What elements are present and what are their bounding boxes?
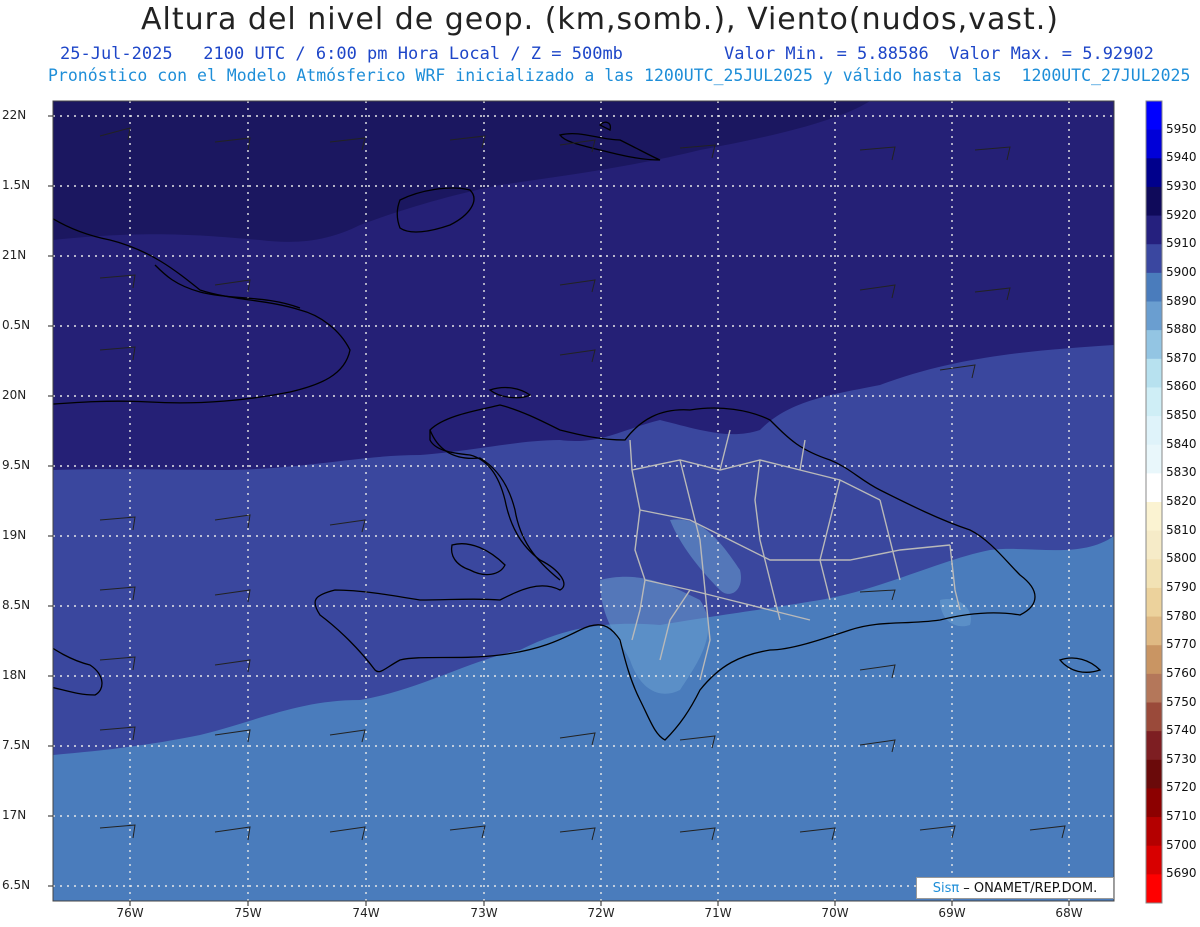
lat-label: 20N: [2, 388, 27, 402]
colorbar-label: 5950: [1166, 121, 1197, 136]
lat-label: 6.5N: [2, 878, 31, 892]
sis-logo-text: Sisπ: [932, 880, 960, 896]
colorbar-label: 5780: [1166, 608, 1197, 623]
credit-org: – ONAMET/REP.DOM.: [963, 880, 1098, 896]
colorbar-label: 5720: [1166, 780, 1197, 795]
colorbar-swatch: [1146, 788, 1162, 818]
colorbar-label: 5690: [1166, 866, 1197, 881]
lat-label: 17N: [2, 808, 27, 822]
colorbar-label: 5840: [1166, 436, 1197, 451]
forecast-map: [48, 100, 1163, 906]
colorbar-label: 5850: [1166, 408, 1197, 423]
colorbar-swatch: [1146, 845, 1162, 875]
lon-label: 71W: [704, 906, 732, 920]
colorbar-label: 5760: [1166, 665, 1197, 680]
colorbar-swatch: [1146, 874, 1162, 904]
colorbar-label: 5880: [1166, 322, 1197, 337]
lon-label: 74W: [352, 906, 380, 920]
geopotential-field: [53, 101, 1114, 901]
colorbar-label: 5800: [1166, 551, 1197, 566]
colorbar-swatch: [1146, 759, 1162, 789]
lat-label: 19N: [2, 528, 27, 542]
lon-label: 70W: [821, 906, 849, 920]
lat-label: 0.5N: [2, 318, 31, 332]
colorbar-swatch: [1146, 673, 1162, 703]
colorbar-swatch: [1146, 731, 1162, 761]
credit-box: Sisπ – ONAMET/REP.DOM.: [916, 877, 1114, 899]
colorbar-label: 5810: [1166, 522, 1197, 537]
colorbar-label: 5870: [1166, 350, 1197, 365]
colorbar-swatch: [1146, 129, 1162, 159]
lon-label: 69W: [938, 906, 966, 920]
lat-label: 1.5N: [2, 178, 31, 192]
colorbar-swatch: [1146, 444, 1162, 474]
colorbar-label: 5830: [1166, 465, 1197, 480]
colorbar-swatch: [1146, 645, 1162, 675]
colorbar-swatch: [1146, 530, 1162, 560]
colorbar-label: 5710: [1166, 809, 1197, 824]
colorbar-label: 5700: [1166, 837, 1197, 852]
colorbar-swatch: [1146, 215, 1162, 245]
colorbar-swatch: [1146, 272, 1162, 302]
lon-label: 72W: [587, 906, 615, 920]
colorbar-swatch: [1146, 244, 1162, 274]
colorbar-label: 5750: [1166, 694, 1197, 709]
colorbar-label: 5770: [1166, 637, 1197, 652]
colorbar-label: 5740: [1166, 723, 1197, 738]
lat-label: 18N: [2, 668, 27, 682]
colorbar-label: 5940: [1166, 150, 1197, 165]
colorbar-label: 5920: [1166, 207, 1197, 222]
lat-label: 9.5N: [2, 458, 31, 472]
colorbar-label: 5930: [1166, 178, 1197, 193]
colorbar-swatch: [1146, 158, 1162, 188]
colorbar-label: 5910: [1166, 236, 1197, 251]
colorbar-swatch: [1146, 101, 1162, 131]
colorbar-label: 5900: [1166, 264, 1197, 279]
colorbar-swatch: [1146, 387, 1162, 417]
colorbar: [1145, 100, 1163, 904]
colorbar-swatch: [1146, 186, 1162, 217]
colorbar-swatch: [1146, 817, 1162, 847]
lat-label: 22N: [2, 108, 27, 122]
colorbar-swatch: [1146, 416, 1162, 446]
colorbar-label: 5820: [1166, 494, 1197, 508]
lat-label: 21N: [2, 248, 27, 262]
colorbar-swatch: [1146, 358, 1162, 388]
colorbar-swatch: [1146, 559, 1162, 589]
lon-label: 76W: [116, 906, 144, 920]
colorbar-swatch: [1146, 502, 1162, 532]
colorbar-swatch: [1146, 473, 1162, 503]
colorbar-swatch: [1146, 616, 1162, 646]
colorbar-label: 5730: [1166, 751, 1197, 766]
lon-label: 73W: [470, 906, 498, 920]
colorbar-swatch: [1146, 702, 1162, 732]
colorbar-label: 5790: [1166, 579, 1197, 594]
lon-label: 75W: [234, 906, 262, 920]
colorbar-swatch: [1146, 330, 1162, 360]
colorbar-swatch: [1146, 301, 1162, 331]
lon-label: 68W: [1055, 906, 1083, 920]
lat-label: 7.5N: [2, 738, 31, 752]
colorbar-label: 5860: [1166, 379, 1197, 394]
colorbar-label: 5890: [1166, 293, 1197, 308]
lat-label: 8.5N: [2, 598, 31, 612]
colorbar-swatch: [1146, 587, 1162, 618]
